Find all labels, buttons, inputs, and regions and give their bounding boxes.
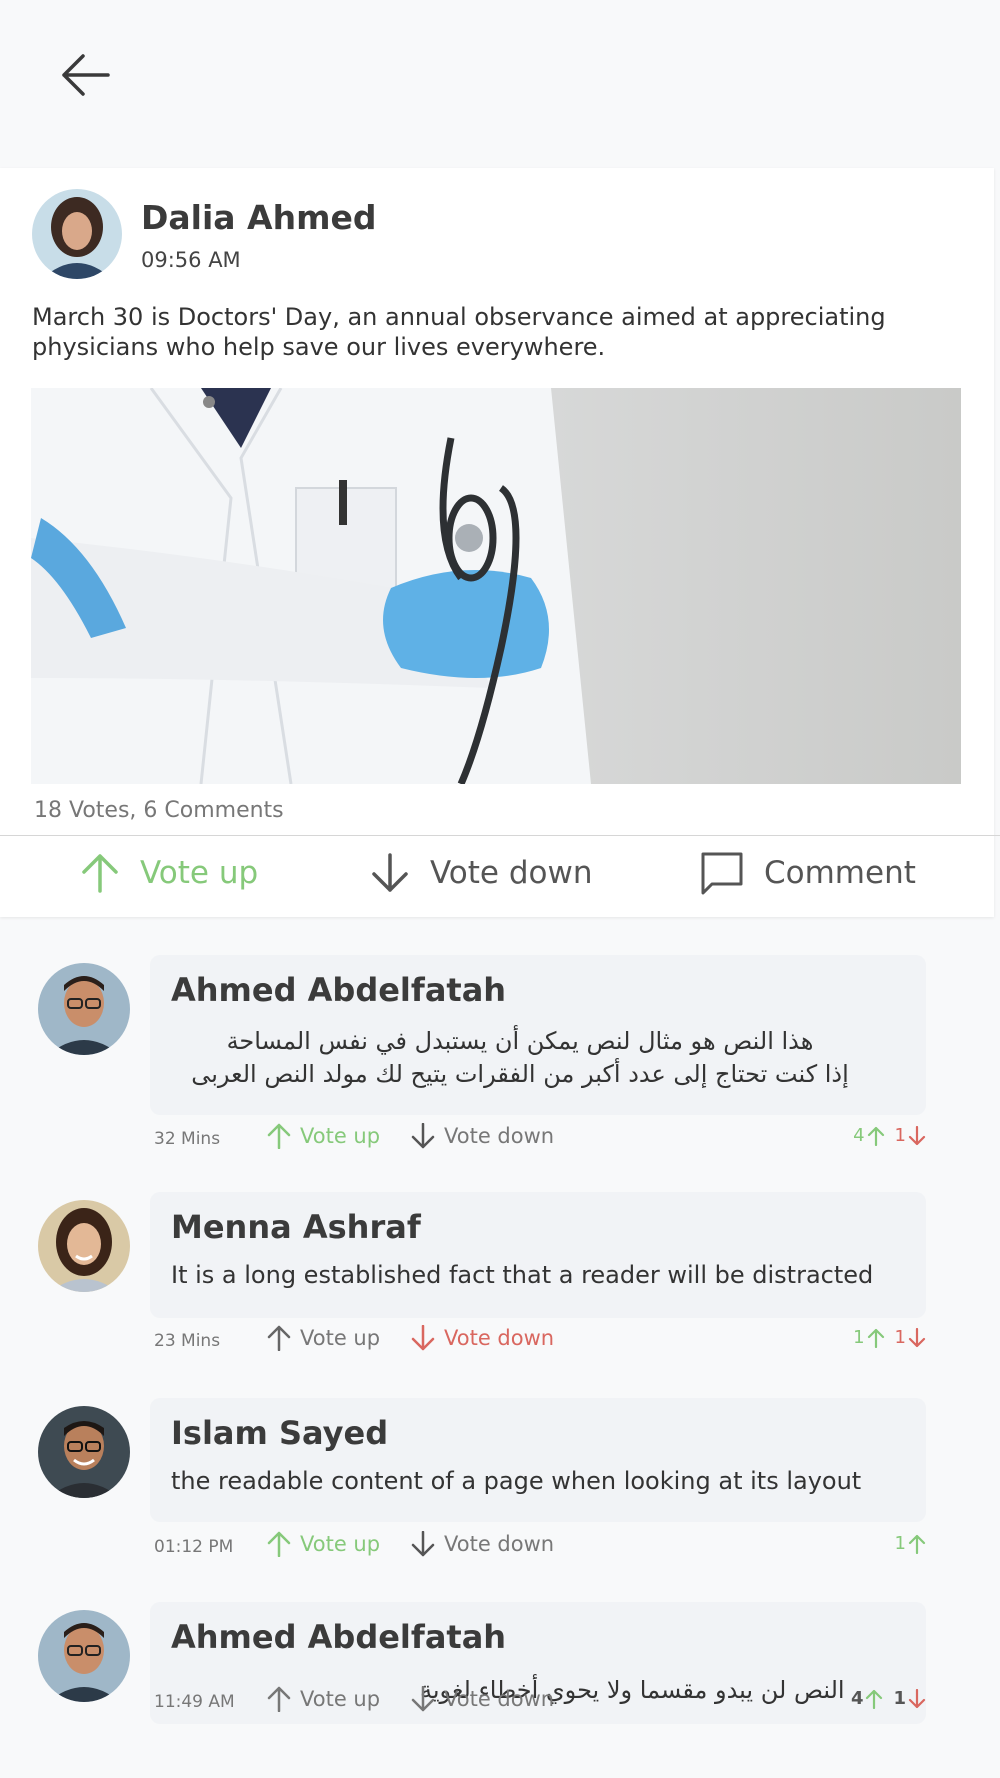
comment-vote-up-button[interactable]: Vote up [266,1123,380,1149]
top-bar [0,0,1000,168]
comment-item: Menna Ashraf It is a long established fa… [0,1192,1000,1362]
avatar[interactable] [38,1200,130,1292]
comment-text-line: إذا كنت تحتاج إلى عدد أكبر من الفقرات يت… [191,1060,849,1088]
comment-meta: 11:49 AM Vote up Vote down 4 1 [0,1686,1000,1720]
comment-author[interactable]: Menna Ashraf [171,1208,421,1246]
comment-text: هذا النص هو مثال لنص يمكن أن يستبدل في ن… [170,1025,870,1091]
arrow-up-icon [867,1328,884,1348]
vote-down-label: Vote down [444,1687,555,1711]
comment-item: Ahmed Abdelfatah هذا النص هو مثال لنص يم… [0,955,1000,1155]
comment-button[interactable]: Comment [700,848,916,898]
post-stats: 18 Votes, 6 Comments [34,798,284,823]
arrow-down-icon [908,1688,926,1708]
vote-up-button[interactable]: Vote up [80,848,258,898]
comment-item: Islam Sayed the readable content of a pa… [0,1398,1000,1568]
vote-down-label: Vote down [444,1124,555,1148]
arrow-up-icon [866,1689,883,1709]
comment-author[interactable]: Ahmed Abdelfatah [171,1618,506,1656]
vote-down-label: Vote down [430,855,593,891]
comment-meta: 23 Mins Vote up Vote down 1 1 [0,1325,1000,1359]
post-time: 09:56 AM [141,248,241,272]
arrow-down-icon [372,853,408,892]
comment-vote-down-button[interactable]: Vote down [410,1325,554,1351]
comment-vote-down-button[interactable]: Vote down [410,1123,554,1149]
avatar[interactable] [38,1406,130,1498]
arrow-down-icon [411,1531,435,1557]
comment-meta: 32 Mins Vote up Vote down 4 1 [0,1123,1000,1157]
vote-down-label: Vote down [444,1532,555,1556]
arrow-down-icon [411,1325,435,1351]
up-count: 4 [853,1125,884,1146]
arrow-up-icon [267,1531,291,1557]
arrow-left-icon [62,54,110,96]
vote-down-button[interactable]: Vote down [370,848,593,898]
back-button[interactable] [58,48,112,102]
comment-author[interactable]: Ahmed Abdelfatah [171,971,506,1009]
vote-tally: 1 1 [853,1327,926,1348]
arrow-up-icon [267,1123,291,1149]
comment-vote-up-button[interactable]: Vote up [266,1531,380,1557]
post-image[interactable] [31,388,961,784]
comment-text-line: هذا النص هو مثال لنص يمكن أن يستبدل في ن… [226,1027,814,1055]
arrow-up-icon [867,1126,884,1146]
comment-label: Comment [764,855,916,891]
arrow-up-icon [267,1325,291,1351]
comment-text: It is a long established fact that a rea… [171,1261,874,1289]
comment-vote-up-button[interactable]: Vote up [266,1686,380,1712]
avatar[interactable] [32,189,122,279]
comment-text: the readable content of a page when look… [171,1467,862,1495]
vote-up-label: Vote up [300,1326,381,1350]
comment-icon [701,852,743,895]
vote-up-label: Vote up [300,1687,381,1711]
comment-vote-down-button[interactable]: Vote down [410,1531,554,1557]
vote-up-label: Vote up [300,1532,381,1556]
comment-time: 32 Mins [154,1129,221,1149]
up-count: 1 [895,1533,926,1554]
arrow-up-icon [267,1686,291,1712]
vote-down-label: Vote down [444,1326,555,1350]
arrow-up-icon [908,1534,926,1554]
post-card: Dalia Ahmed 09:56 AM March 30 is Doctors… [0,168,1000,917]
vote-tally: 1 [895,1533,926,1554]
post-author[interactable]: Dalia Ahmed [141,198,376,237]
comment-vote-up-button[interactable]: Vote up [266,1325,380,1351]
vote-up-label: Vote up [140,855,259,891]
up-count: 1 [853,1327,884,1348]
post-text: March 30 is Doctors' Day, an annual obse… [32,303,886,361]
vote-up-label: Vote up [300,1124,381,1148]
down-count: 1 [895,1327,926,1348]
comment-meta: 01:12 PM Vote up Vote down 1 [0,1531,1000,1565]
comment-item: Ahmed Abdelfatah النص لن يبدو مقسما ولا … [0,1602,1000,1732]
vote-tally: 4 1 [851,1688,926,1709]
arrow-down-icon [411,1686,435,1712]
comment-bubble: Islam Sayed the readable content of a pa… [150,1398,926,1522]
down-count: 1 [895,1125,926,1146]
comment-vote-down-button[interactable]: Vote down [410,1686,554,1712]
down-count: 1 [893,1688,926,1709]
up-count: 4 [851,1688,884,1709]
arrow-down-icon [908,1125,926,1145]
arrow-down-icon [908,1327,926,1347]
post-actions: Vote up Vote down Comment [0,836,994,916]
comment-author[interactable]: Islam Sayed [171,1414,388,1452]
comment-bubble: Ahmed Abdelfatah هذا النص هو مثال لنص يم… [150,955,926,1115]
vote-tally: 4 1 [853,1125,926,1146]
arrow-up-icon [82,854,118,893]
comment-time: 23 Mins [154,1331,221,1351]
comment-time: 01:12 PM [154,1537,234,1557]
comment-time: 11:49 AM [154,1692,235,1712]
comment-bubble: Menna Ashraf It is a long established fa… [150,1192,926,1318]
avatar[interactable] [38,963,130,1055]
arrow-down-icon [411,1123,435,1149]
